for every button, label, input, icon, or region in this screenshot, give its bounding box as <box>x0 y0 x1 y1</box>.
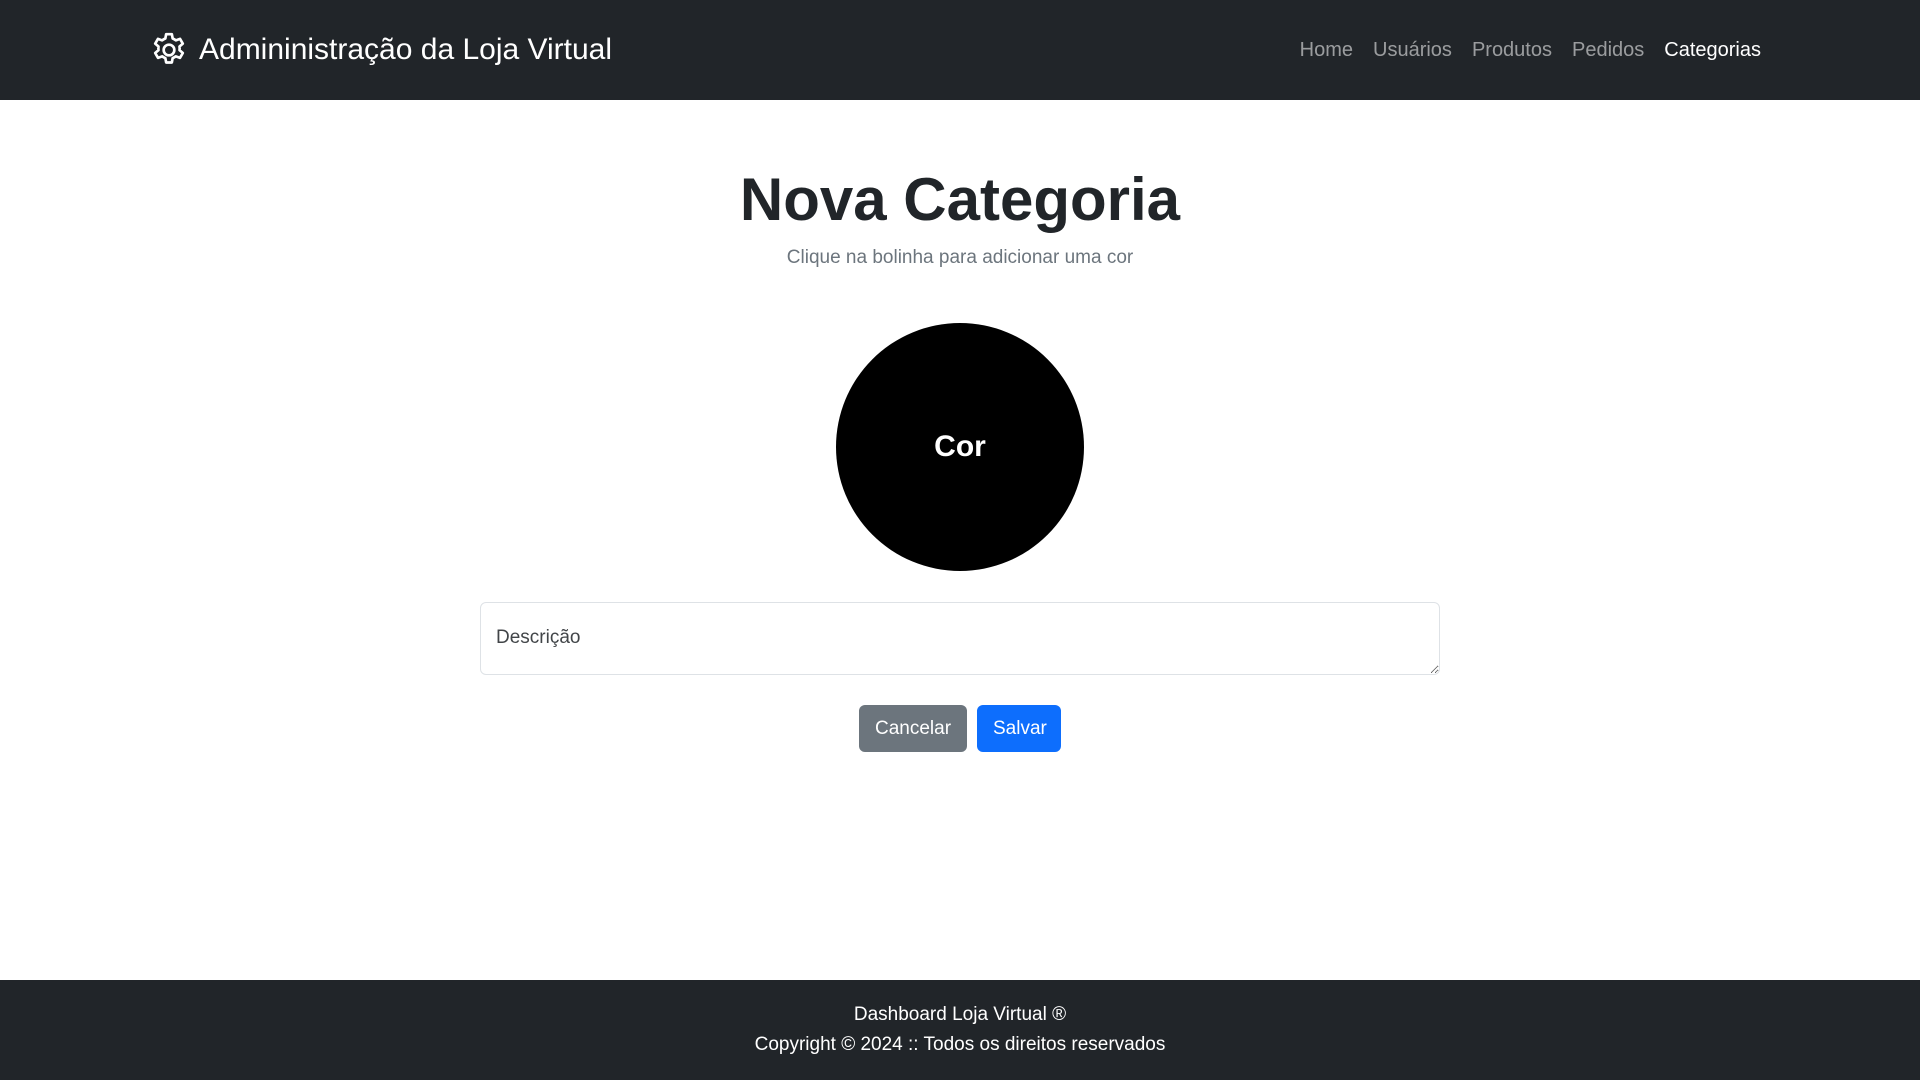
main-content: Nova Categoria Clique na bolinha para ad… <box>0 100 1920 980</box>
page-subtitle: Clique na bolinha para adicionar uma cor <box>786 247 1134 268</box>
brand-title: Admininistração da Loja Virtual <box>199 33 613 66</box>
cancel-button[interactable]: Cancelar <box>859 705 967 752</box>
footer-title: Dashboard Loja Virtual ® <box>853 1004 1067 1025</box>
page-title: Nova Categoria <box>739 166 1181 233</box>
form-actions: Cancelar Salvar <box>0 705 1920 752</box>
description-textarea[interactable] <box>480 602 1440 675</box>
description-field-wrapper <box>480 602 1440 675</box>
footer: Dashboard Loja Virtual ® Copyright © 202… <box>0 980 1920 1080</box>
color-picker-label: Cor <box>934 430 986 463</box>
nav-link-usuarios[interactable]: Usuários <box>1373 39 1452 62</box>
nav-link-home[interactable]: Home <box>1300 39 1353 62</box>
nav-link-categorias[interactable]: Categorias <box>1664 39 1761 62</box>
footer-copyright: Copyright © 2024 :: Todos os direitos re… <box>754 1034 1166 1055</box>
nav-links: Home Usuários Produtos Pedidos Categoria… <box>1300 0 1761 100</box>
nav-link-pedidos[interactable]: Pedidos <box>1572 39 1644 62</box>
gear-icon <box>149 30 189 70</box>
brand[interactable]: Admininistração da Loja Virtual <box>149 0 612 100</box>
save-button[interactable]: Salvar <box>977 705 1061 752</box>
nav-link-produtos[interactable]: Produtos <box>1472 39 1552 62</box>
top-navbar: Admininistração da Loja Virtual Home Usu… <box>0 0 1920 100</box>
color-picker-circle[interactable]: Cor <box>836 323 1084 571</box>
